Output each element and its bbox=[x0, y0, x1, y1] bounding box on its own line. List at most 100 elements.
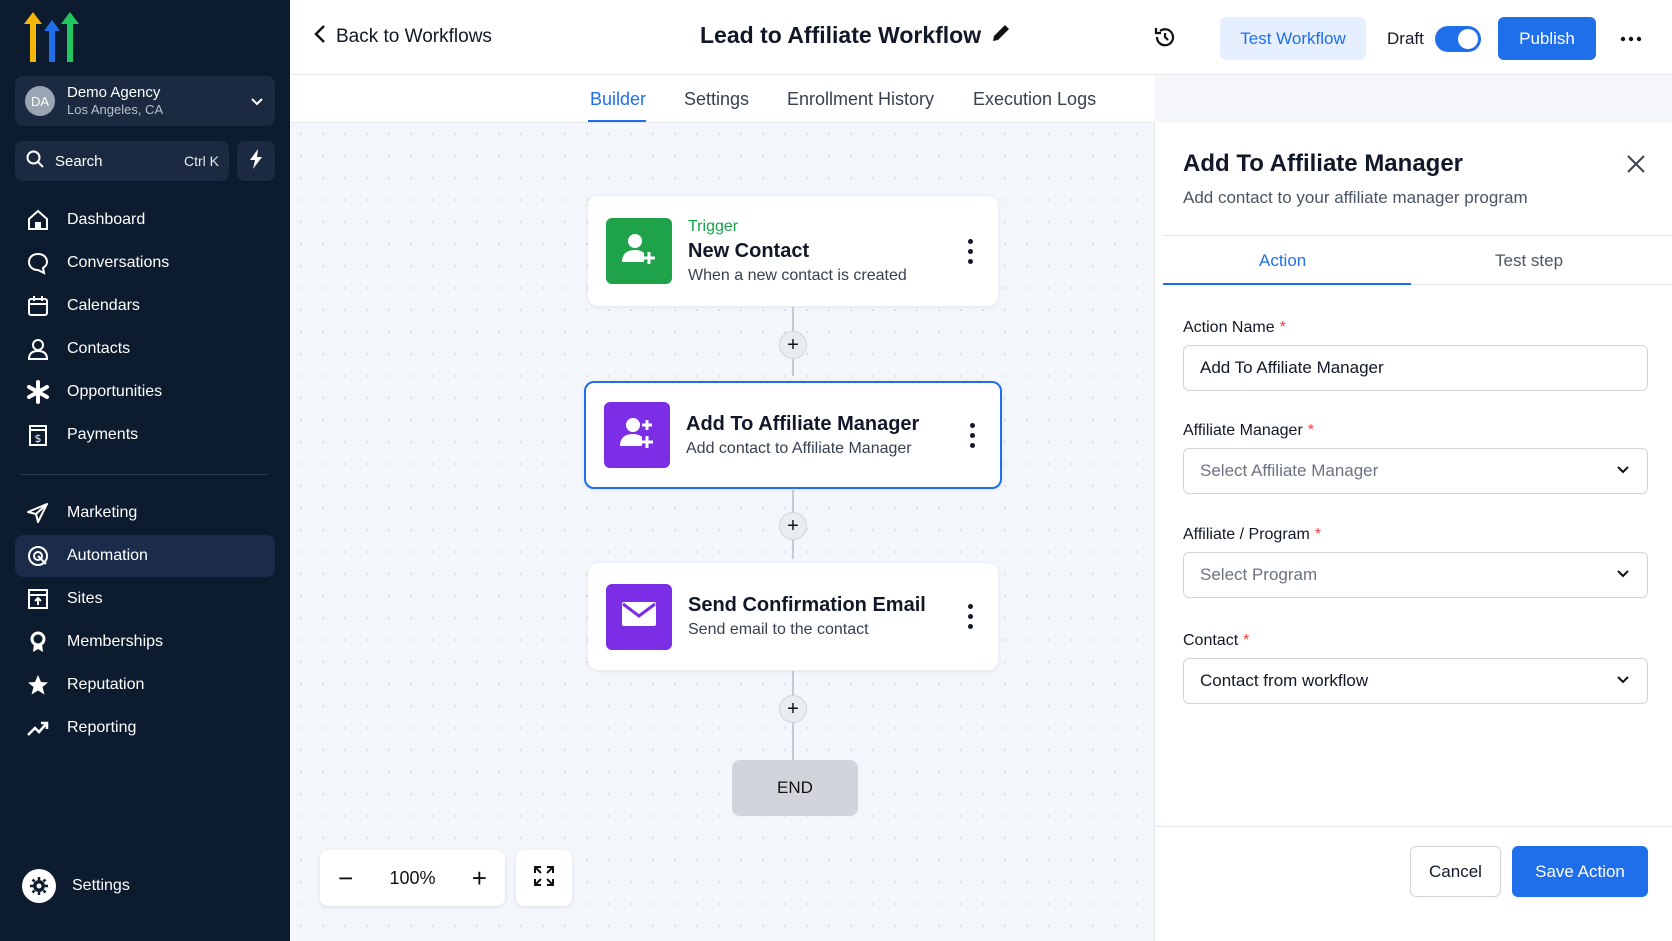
brand-logo[interactable] bbox=[22, 12, 82, 64]
sidebar-item-reporting[interactable]: Reporting bbox=[15, 707, 275, 749]
sidebar-item-marketing[interactable]: Marketing bbox=[15, 492, 275, 534]
action-subtitle: Add contact to Affiliate Manager bbox=[686, 439, 912, 457]
asterisk-icon bbox=[25, 379, 51, 405]
calendar-icon bbox=[25, 293, 51, 319]
affiliate-manager-placeholder: Select Affiliate Manager bbox=[1200, 461, 1379, 480]
contact-select[interactable]: Contact from workflow bbox=[1183, 658, 1648, 704]
workflow-tabs: Builder Settings Enrollment History Exec… bbox=[290, 75, 1154, 123]
more-options-button[interactable] bbox=[1620, 28, 1642, 55]
zoom-level: 100% bbox=[389, 867, 436, 888]
zoom-in-button[interactable]: + bbox=[472, 863, 487, 894]
nav-primary: Dashboard Conversations Calendars Contac… bbox=[15, 199, 275, 457]
sidebar-item-label: Payments bbox=[67, 426, 139, 443]
sidebar-item-label: Reputation bbox=[67, 676, 145, 693]
action-subtitle: Send email to the contact bbox=[688, 621, 869, 639]
history-button[interactable] bbox=[1152, 24, 1178, 55]
add-step-button[interactable]: + bbox=[779, 512, 807, 540]
sidebar-item-memberships[interactable]: Memberships bbox=[15, 621, 275, 663]
sidebar-item-calendars[interactable]: Calendars bbox=[15, 285, 275, 327]
sidebar-item-contacts[interactable]: Contacts bbox=[15, 328, 275, 370]
close-icon bbox=[1625, 155, 1647, 179]
svg-text:$: $ bbox=[35, 432, 42, 445]
active-tab-indicator bbox=[588, 120, 646, 122]
back-to-workflows-link[interactable]: Back to Workflows bbox=[314, 24, 492, 50]
account-switcher[interactable]: DA Demo Agency Los Angeles, CA bbox=[15, 76, 275, 126]
sidebar-item-settings[interactable]: Settings bbox=[22, 869, 130, 903]
sidebar-item-label: Automation bbox=[67, 547, 148, 564]
chevron-down-icon bbox=[1615, 461, 1631, 482]
quick-actions-button[interactable] bbox=[237, 141, 275, 181]
tab-execution-logs[interactable]: Execution Logs bbox=[973, 89, 1096, 110]
panel-subtitle: Add contact to your affiliate manager pr… bbox=[1183, 188, 1528, 207]
add-step-button[interactable]: + bbox=[779, 331, 807, 359]
action-node-send-email[interactable]: Send Confirmation Email Send email to th… bbox=[588, 563, 998, 670]
star-icon bbox=[25, 672, 51, 698]
add-step-button[interactable]: + bbox=[779, 695, 807, 723]
workflow-canvas[interactable]: + + + Trigger New Contact When a new con… bbox=[290, 123, 1154, 941]
panel-title: Add To Affiliate Manager bbox=[1183, 150, 1464, 177]
node-menu-button[interactable] bbox=[962, 422, 982, 448]
node-menu-button[interactable] bbox=[960, 604, 980, 629]
back-label: Back to Workflows bbox=[336, 26, 492, 47]
draft-label: Draft bbox=[1387, 29, 1424, 48]
avatar: DA bbox=[25, 86, 55, 116]
sidebar-item-conversations[interactable]: Conversations bbox=[15, 242, 275, 284]
publish-button[interactable]: Publish bbox=[1498, 17, 1596, 60]
chevron-down-icon bbox=[1615, 565, 1631, 586]
history-icon bbox=[1152, 28, 1178, 54]
draft-toggle[interactable] bbox=[1435, 26, 1481, 52]
toggle-knob bbox=[1458, 29, 1478, 49]
action-name-value: Add To Affiliate Manager bbox=[1200, 358, 1384, 377]
badge-icon bbox=[25, 629, 51, 655]
trigger-subtitle: When a new contact is created bbox=[688, 266, 907, 284]
settings-label: Settings bbox=[72, 877, 130, 894]
tab-action[interactable]: Action bbox=[1259, 251, 1306, 271]
save-action-button[interactable]: Save Action bbox=[1512, 846, 1648, 897]
sidebar-item-payments[interactable]: $ Payments bbox=[15, 414, 275, 456]
program-placeholder: Select Program bbox=[1200, 565, 1318, 584]
test-workflow-button[interactable]: Test Workflow bbox=[1220, 17, 1366, 60]
close-panel-button[interactable] bbox=[1625, 153, 1647, 180]
tab-builder[interactable]: Builder bbox=[590, 89, 646, 110]
contact-value: Contact from workflow bbox=[1200, 671, 1369, 690]
sidebar-item-label: Memberships bbox=[67, 633, 164, 650]
trend-icon bbox=[25, 715, 51, 741]
sidebar-item-label: Opportunities bbox=[67, 383, 163, 400]
mail-icon bbox=[620, 599, 658, 634]
sidebar-item-dashboard[interactable]: Dashboard bbox=[15, 199, 275, 241]
tab-test-step[interactable]: Test step bbox=[1495, 251, 1563, 271]
action-node-add-affiliate[interactable]: Add To Affiliate Manager Add contact to … bbox=[584, 381, 1002, 489]
action-icon-tile bbox=[604, 402, 670, 468]
pencil-icon[interactable] bbox=[991, 22, 1011, 49]
panel-footer-divider bbox=[1155, 826, 1672, 827]
sidebar-item-automation[interactable]: Automation bbox=[15, 535, 275, 577]
affiliate-manager-select[interactable]: Select Affiliate Manager bbox=[1183, 448, 1648, 494]
sidebar-item-sites[interactable]: Sites bbox=[15, 578, 275, 620]
sidebar-item-reputation[interactable]: Reputation bbox=[15, 664, 275, 706]
panel-tabs: Action Test step bbox=[1163, 235, 1672, 285]
node-menu-button[interactable] bbox=[960, 238, 980, 264]
cancel-button[interactable]: Cancel bbox=[1410, 846, 1501, 897]
sidebar-divider bbox=[20, 474, 268, 475]
lightning-icon bbox=[248, 148, 264, 174]
chevron-down-icon bbox=[1615, 671, 1631, 692]
action-title: Send Confirmation Email bbox=[688, 594, 926, 617]
sidebar-item-label: Reporting bbox=[67, 719, 137, 736]
affiliate-manager-label: Affiliate Manager * bbox=[1183, 422, 1315, 439]
action-name-input[interactable]: Add To Affiliate Manager bbox=[1183, 345, 1648, 391]
search-button[interactable]: Search Ctrl K bbox=[15, 141, 229, 181]
fit-to-screen-button[interactable] bbox=[516, 850, 572, 906]
account-name: Demo Agency bbox=[67, 83, 161, 101]
sidebar-item-opportunities[interactable]: Opportunities bbox=[15, 371, 275, 413]
tab-enrollment-history[interactable]: Enrollment History bbox=[787, 89, 934, 110]
send-icon bbox=[25, 500, 51, 526]
trigger-node[interactable]: Trigger New Contact When a new contact i… bbox=[588, 196, 998, 306]
zoom-out-button[interactable]: − bbox=[338, 863, 353, 894]
active-tab-indicator bbox=[1163, 283, 1411, 285]
search-shortcut: Ctrl K bbox=[184, 153, 219, 169]
zoom-control: − 100% + bbox=[320, 850, 505, 906]
tab-settings[interactable]: Settings bbox=[684, 89, 749, 110]
workflow-title: Lead to Affiliate Workflow bbox=[700, 22, 1011, 49]
top-header: Back to Workflows Lead to Affiliate Work… bbox=[290, 0, 1672, 75]
program-select[interactable]: Select Program bbox=[1183, 552, 1648, 598]
